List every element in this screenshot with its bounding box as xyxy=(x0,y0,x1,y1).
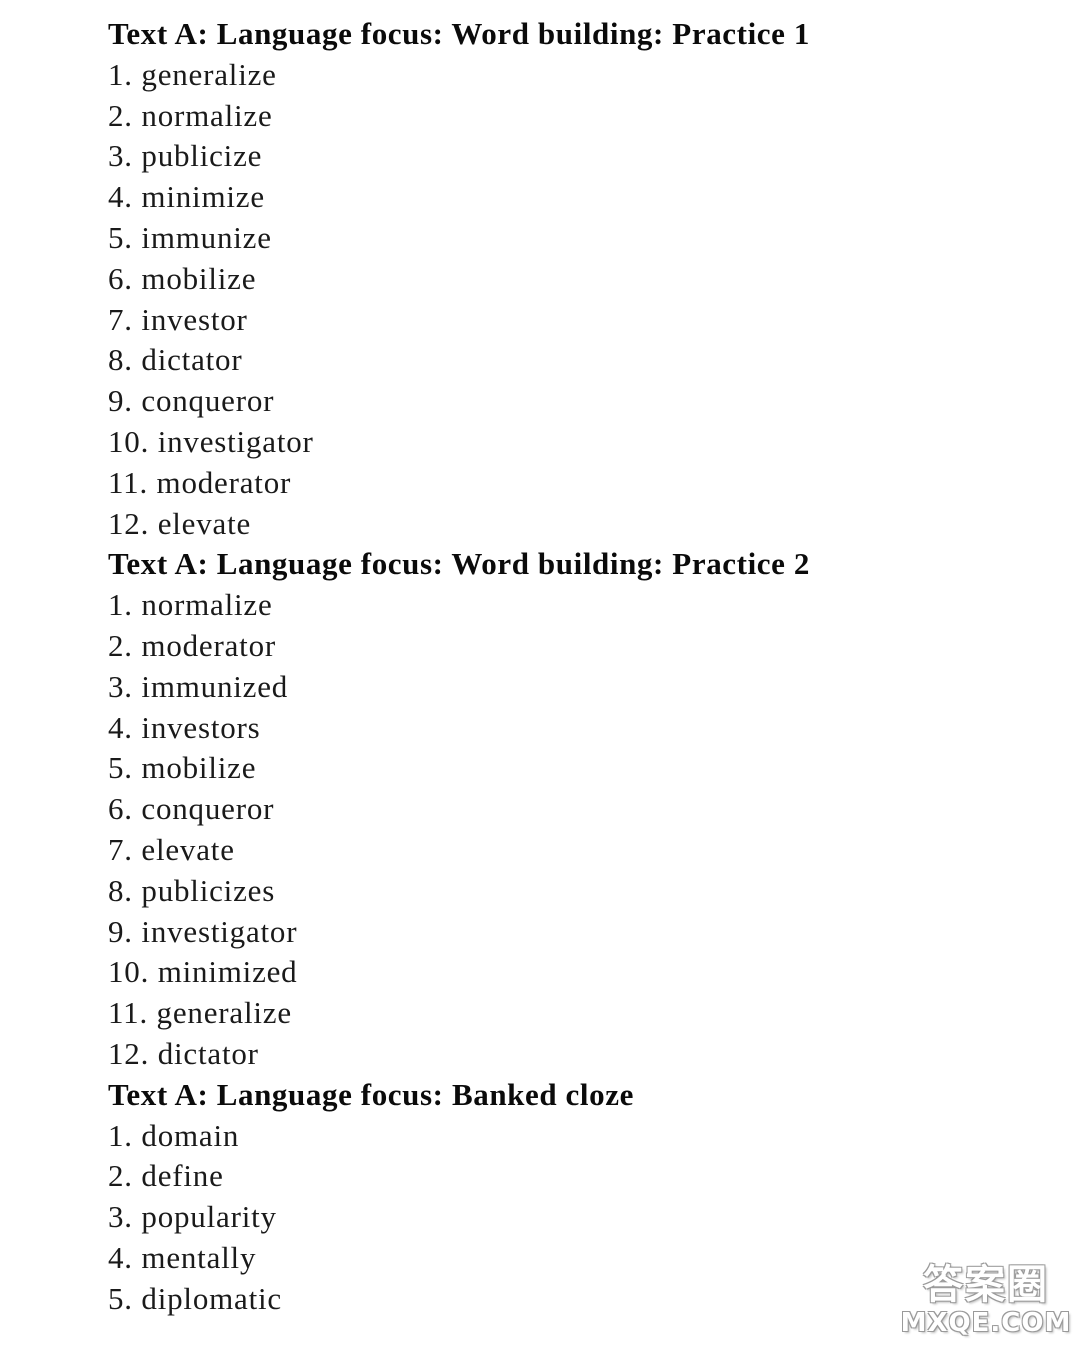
answer-item: 1. generalize xyxy=(108,56,277,92)
answer-item: 6. conqueror xyxy=(108,791,275,827)
site-watermark: 答案圈 MXQE.COM xyxy=(900,1262,1072,1338)
answer-item: 12. dictator xyxy=(108,1035,259,1071)
answer-item: 7. elevate xyxy=(108,831,235,867)
answer-item: 4. investors xyxy=(108,709,261,745)
section-heading: Text A: Language focus: Word building: P… xyxy=(108,546,810,582)
answer-item: 11. moderator xyxy=(108,464,292,500)
answer-item: 2. define xyxy=(108,1158,224,1194)
answer-item: 10. investigator xyxy=(108,423,314,459)
answer-item: 6. mobilize xyxy=(108,260,257,296)
answer-item: 4. minimize xyxy=(108,179,265,215)
answer-document: Text A: Language focus: Word building: P… xyxy=(108,14,810,1320)
answer-item: 5. mobilize xyxy=(108,750,257,786)
answer-item: 3. popularity xyxy=(108,1199,277,1235)
answer-item: 3. immunized xyxy=(108,668,289,704)
answer-item: 1. domain xyxy=(108,1117,240,1153)
watermark-chinese-text: 答案圈 xyxy=(923,1262,1049,1308)
section-word-building-practice-1: Text A: Language focus: Word building: P… xyxy=(108,14,810,544)
answer-item: 11. generalize xyxy=(108,995,292,1031)
section-heading: Text A: Language focus: Word building: P… xyxy=(108,16,810,51)
answer-item: 9. conqueror xyxy=(108,383,275,419)
watermark-domain-text: MXQE.COM xyxy=(900,1308,1072,1338)
answer-item: 5. immunize xyxy=(108,219,272,255)
answer-item: 12. elevate xyxy=(108,505,252,541)
answer-item: 10. minimized xyxy=(108,954,298,990)
answer-item: 2. moderator xyxy=(108,627,276,663)
answer-item: 8. publicizes xyxy=(108,872,276,908)
answer-item: 9. investigator xyxy=(108,913,298,949)
answer-item: 1. normalize xyxy=(108,587,273,623)
answer-item: 4. mentally xyxy=(108,1239,257,1275)
section-banked-cloze: Text A: Language focus: Banked cloze 1. … xyxy=(108,1075,810,1320)
answer-item: 8. dictator xyxy=(108,342,243,378)
answer-item: 5. diplomatic xyxy=(108,1280,282,1316)
section-heading: Text A: Language focus: Banked cloze xyxy=(108,1076,634,1112)
section-word-building-practice-2: Text A: Language focus: Word building: P… xyxy=(108,544,810,1074)
answer-item: 3. publicize xyxy=(108,138,263,174)
answer-item: 7. investor xyxy=(108,301,248,337)
answer-item: 2. normalize xyxy=(108,97,273,133)
